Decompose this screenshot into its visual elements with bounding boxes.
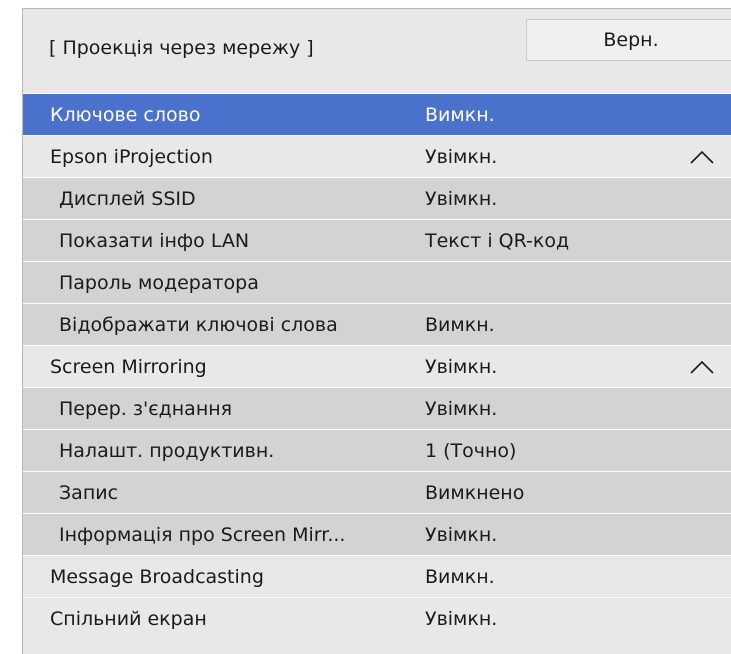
setting-label: Спільний екран xyxy=(50,607,207,630)
setting-row-reconnect[interactable]: Перер. з'єднання Увімкн. xyxy=(23,387,731,429)
setting-label: Пароль модератора xyxy=(59,271,259,294)
setting-value: Увімкн. xyxy=(425,187,498,210)
setting-row-moderator-password[interactable]: Пароль модератора xyxy=(23,261,731,303)
setting-label: Message Broadcasting xyxy=(50,565,264,588)
menu-header: [ Проекція через мережу ] Верн. xyxy=(23,9,731,93)
setting-row-screen-mirroring[interactable]: Screen Mirroring Увімкн. xyxy=(23,345,731,387)
setting-value: 1 (Точно) xyxy=(425,439,517,462)
setting-label: Показати інфо LAN xyxy=(59,229,250,252)
setting-value: Вимкн. xyxy=(425,565,495,588)
setting-value: Увімкн. xyxy=(425,523,498,546)
setting-value: Увімкн. xyxy=(425,607,498,630)
setting-value: Увімкн. xyxy=(425,397,498,420)
setting-value: Текст і QR-код xyxy=(425,229,570,252)
setting-row-keyword[interactable]: Ключове слово Вимкн. xyxy=(23,93,731,135)
chevron-up-icon[interactable] xyxy=(689,359,715,375)
setting-row-performance-settings[interactable]: Налашт. продуктивн. 1 (Точно) xyxy=(23,429,731,471)
setting-row-shared-screen[interactable]: Спільний екран Увімкн. xyxy=(23,597,731,639)
settings-list: Ключове слово Вимкн. Epson iProjection У… xyxy=(23,93,731,639)
setting-row-epson-iprojection[interactable]: Epson iProjection Увімкн. xyxy=(23,135,731,177)
setting-value: Вимкн. xyxy=(425,313,495,336)
setting-value: Увімкн. xyxy=(425,145,498,168)
setting-row-show-lan-info[interactable]: Показати інфо LAN Текст і QR-код xyxy=(23,219,731,261)
chevron-up-icon[interactable] xyxy=(689,149,715,165)
setting-label: Відображати ключові слова xyxy=(59,313,338,336)
setting-row-screen-mirroring-info[interactable]: Інформація про Screen Mirr... Увімкн. xyxy=(23,513,731,555)
back-button[interactable]: Верн. xyxy=(526,19,731,61)
setting-label: Перер. з'єднання xyxy=(59,397,233,420)
setting-row-message-broadcasting[interactable]: Message Broadcasting Вимкн. xyxy=(23,555,731,597)
setting-value: Вимкн. xyxy=(425,103,495,126)
page-title: [ Проекція через мережу ] xyxy=(49,37,314,59)
setting-label: Налашт. продуктивн. xyxy=(59,439,275,462)
setting-row-display-ssid[interactable]: Дисплей SSID Увімкн. xyxy=(23,177,731,219)
setting-value: Вимкнено xyxy=(425,481,525,504)
setting-label: Інформація про Screen Mirr... xyxy=(59,523,346,546)
setting-row-record[interactable]: Запис Вимкнено xyxy=(23,471,731,513)
setting-row-display-keywords[interactable]: Відображати ключові слова Вимкн. xyxy=(23,303,731,345)
setting-label: Ключове слово xyxy=(50,103,201,126)
setting-label: Screen Mirroring xyxy=(50,355,207,378)
setting-label: Дисплей SSID xyxy=(59,187,196,210)
network-projection-menu: [ Проекція через мережу ] Верн. Ключове … xyxy=(22,8,731,654)
setting-label: Запис xyxy=(59,481,119,504)
setting-value: Увімкн. xyxy=(425,355,498,378)
setting-label: Epson iProjection xyxy=(50,145,213,168)
